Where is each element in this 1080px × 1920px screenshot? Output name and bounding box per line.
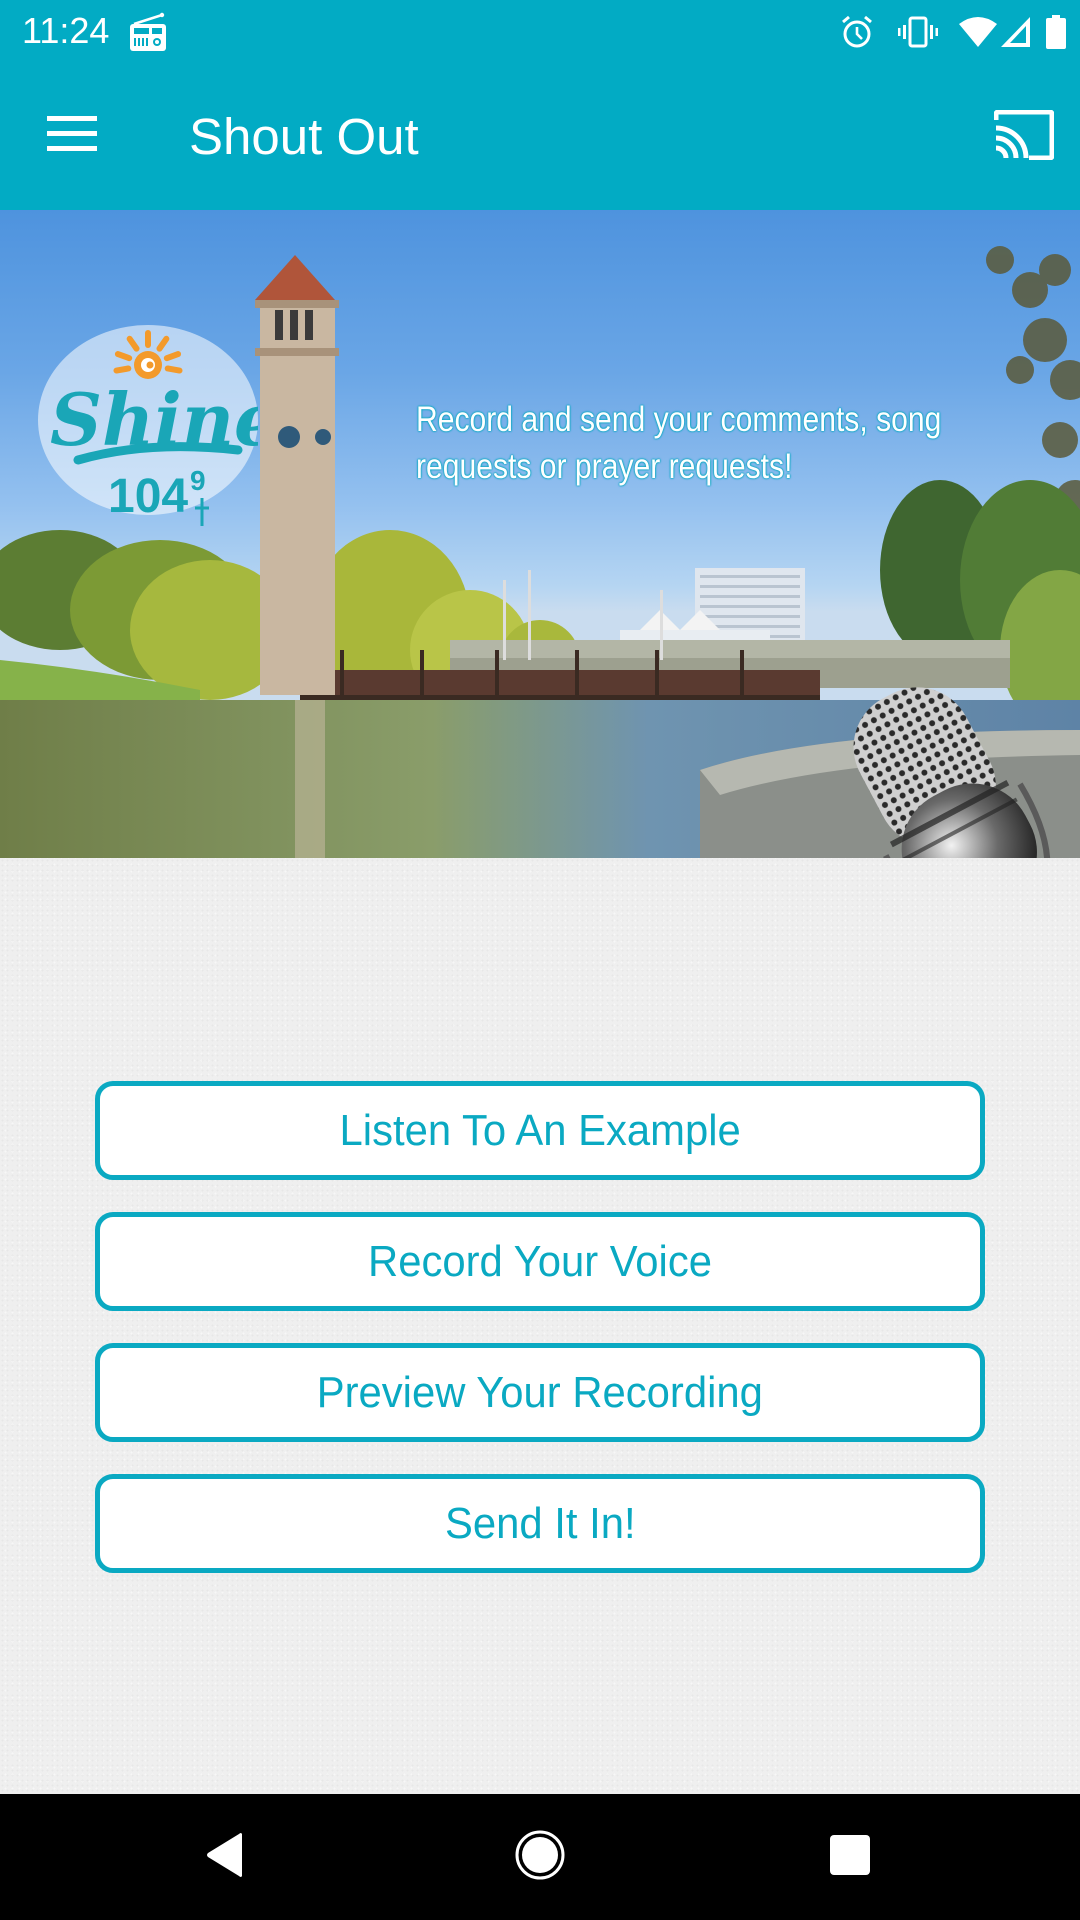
record-voice-button[interactable]: Record Your Voice xyxy=(95,1212,985,1311)
listen-example-button[interactable]: Listen To An Example xyxy=(95,1081,985,1180)
cast-icon xyxy=(993,109,1055,165)
clock-tower xyxy=(255,255,339,695)
hamburger-menu-icon xyxy=(47,115,97,157)
recents-button[interactable] xyxy=(810,1824,890,1890)
app-bar: Shout Out xyxy=(0,63,1080,210)
alarm-icon xyxy=(840,14,874,50)
menu-button[interactable] xyxy=(36,106,108,166)
listen-example-label: Listen To An Example xyxy=(339,1105,741,1155)
home-circle-icon xyxy=(515,1830,565,1885)
radio-icon xyxy=(128,12,168,52)
status-icons xyxy=(840,12,1066,52)
system-nav-bar xyxy=(0,1794,1080,1920)
hero-banner: Shine 104 9 Record and send your comment… xyxy=(0,210,1080,858)
cell-signal-icon xyxy=(1000,15,1032,49)
banner-tagline: Record and send your comments, song requ… xyxy=(416,400,942,486)
back-triangle-icon xyxy=(205,1832,245,1883)
main-content: Listen To An Example Record Your Voice P… xyxy=(0,858,1080,1794)
page-title: Shout Out xyxy=(189,108,419,165)
status-time: 11:24 xyxy=(22,10,110,51)
shine-logo: Shine 104 9 xyxy=(38,320,280,530)
wifi-icon xyxy=(958,15,998,49)
status-bar: 11:24 xyxy=(0,0,1080,63)
home-button[interactable] xyxy=(500,1824,580,1890)
record-voice-label: Record Your Voice xyxy=(368,1236,712,1286)
back-button[interactable] xyxy=(185,1824,265,1890)
recents-square-icon xyxy=(829,1834,871,1881)
preview-recording-button[interactable]: Preview Your Recording xyxy=(95,1343,985,1442)
logo-frequency-decimal: 9 xyxy=(190,465,206,496)
send-it-in-label: Send It In! xyxy=(444,1498,636,1548)
vibrate-icon xyxy=(898,15,938,49)
cast-button[interactable] xyxy=(988,105,1060,169)
banner-scene-image xyxy=(0,246,1080,858)
send-it-in-button[interactable]: Send It In! xyxy=(95,1474,985,1573)
preview-recording-label: Preview Your Recording xyxy=(316,1367,764,1417)
battery-icon xyxy=(1046,15,1066,49)
logo-frequency: 104 xyxy=(108,470,188,523)
